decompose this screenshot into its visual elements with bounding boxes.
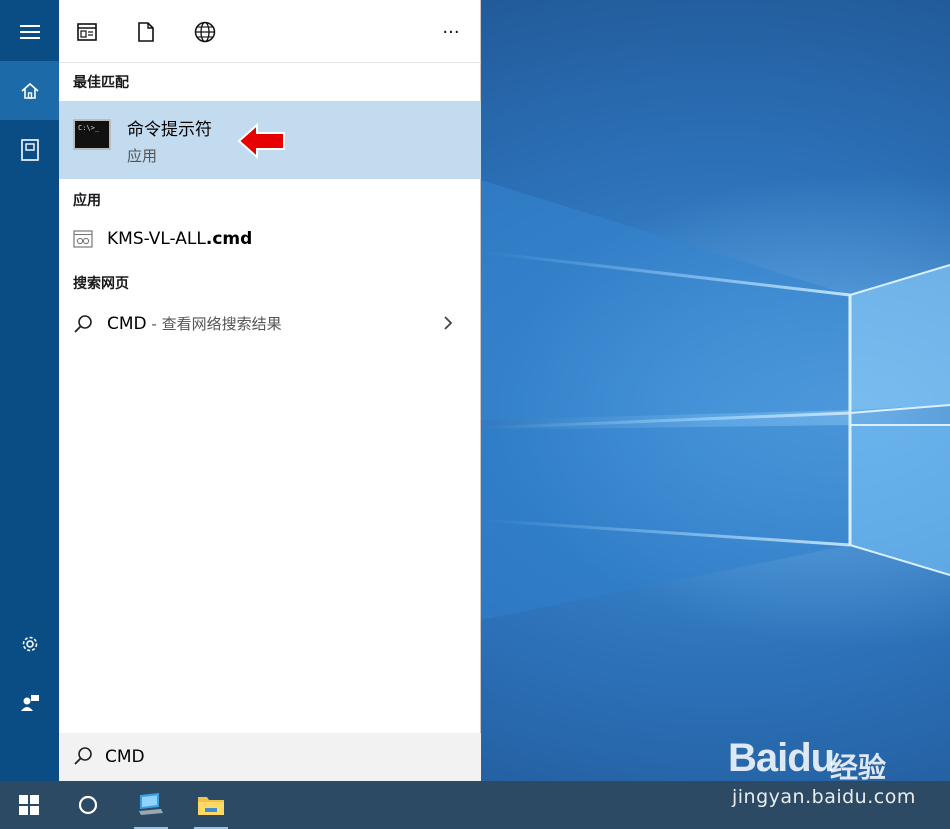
notebook-button[interactable] <box>0 120 59 179</box>
start-menu: ··· 最佳匹配 C:\>_ 命令提示符 应用 应用 KMS-VL-ALL.cm… <box>0 0 481 781</box>
apps-heading: 应用 <box>73 193 101 209</box>
watermark-sub: 经验 <box>830 751 887 784</box>
start-button[interactable] <box>4 781 54 829</box>
apps-filter-button[interactable] <box>73 18 101 46</box>
web-filter-icon <box>194 21 216 43</box>
settings-button[interactable] <box>0 614 59 673</box>
app-result-name: KMS-VL-ALL <box>107 229 206 249</box>
cortana-circle-icon <box>78 795 98 815</box>
feedback-icon <box>20 694 39 711</box>
web-search-result[interactable]: CMD - 查看网络搜索结果 <box>59 305 481 343</box>
hamburger-menu-icon <box>19 24 40 39</box>
file-explorer-icon <box>198 797 224 815</box>
feedback-button[interactable] <box>0 673 59 732</box>
search-results-pane: ··· 最佳匹配 C:\>_ 命令提示符 应用 应用 KMS-VL-ALL.cm… <box>59 0 481 781</box>
search-icon <box>74 747 92 765</box>
search-icon <box>74 315 92 333</box>
start-menu-rail <box>0 0 59 781</box>
best-match-heading: 最佳匹配 <box>73 75 129 91</box>
home-button[interactable] <box>0 61 59 120</box>
windows-start-icon <box>19 795 39 815</box>
web-search-hint: - 查看网络搜索结果 <box>146 315 282 333</box>
web-search-heading: 搜索网页 <box>73 276 129 292</box>
hamburger-menu-button[interactable] <box>0 2 59 61</box>
home-icon <box>20 82 39 99</box>
best-match-title: 命令提示符 <box>127 120 212 140</box>
documents-filter-icon <box>138 22 154 42</box>
red-arrow-annotation <box>237 122 285 160</box>
app-result-item[interactable]: KMS-VL-ALL.cmd <box>59 222 481 260</box>
gear-icon <box>22 636 37 651</box>
documents-filter-button[interactable] <box>132 18 160 46</box>
chevron-right-icon[interactable] <box>443 315 453 331</box>
command-prompt-icon-text: C:\>_ <box>78 124 100 132</box>
apps-filter-icon <box>77 23 97 41</box>
watermark-brand: Baidu <box>728 736 835 780</box>
web-search-query-line: CMD - 查看网络搜索结果 <box>107 313 282 334</box>
web-filter-button[interactable] <box>191 18 219 46</box>
watermark-url: jingyan.baidu.com <box>732 786 916 808</box>
cmd-file-icon <box>73 230 93 248</box>
web-search-query: CMD <box>107 314 147 334</box>
this-pc-icon <box>139 793 163 815</box>
command-prompt-icon: C:\>_ <box>73 119 111 150</box>
notebook-icon <box>20 138 39 161</box>
file-explorer-taskbar-button[interactable] <box>186 781 236 829</box>
cortana-button[interactable] <box>63 781 113 829</box>
more-options-button[interactable]: ··· <box>437 18 465 46</box>
search-box <box>59 733 481 781</box>
app-result-extension: .cmd <box>205 229 253 249</box>
baidu-jingyan-watermark: Baidu 经验 jingyan.baidu.com <box>728 728 938 818</box>
search-input[interactable] <box>105 743 435 771</box>
best-match-subtitle: 应用 <box>127 147 158 165</box>
filter-toolbar: ··· <box>59 0 481 63</box>
app-result-label: KMS-VL-ALL.cmd <box>107 229 252 249</box>
this-pc-taskbar-button[interactable] <box>126 781 176 829</box>
